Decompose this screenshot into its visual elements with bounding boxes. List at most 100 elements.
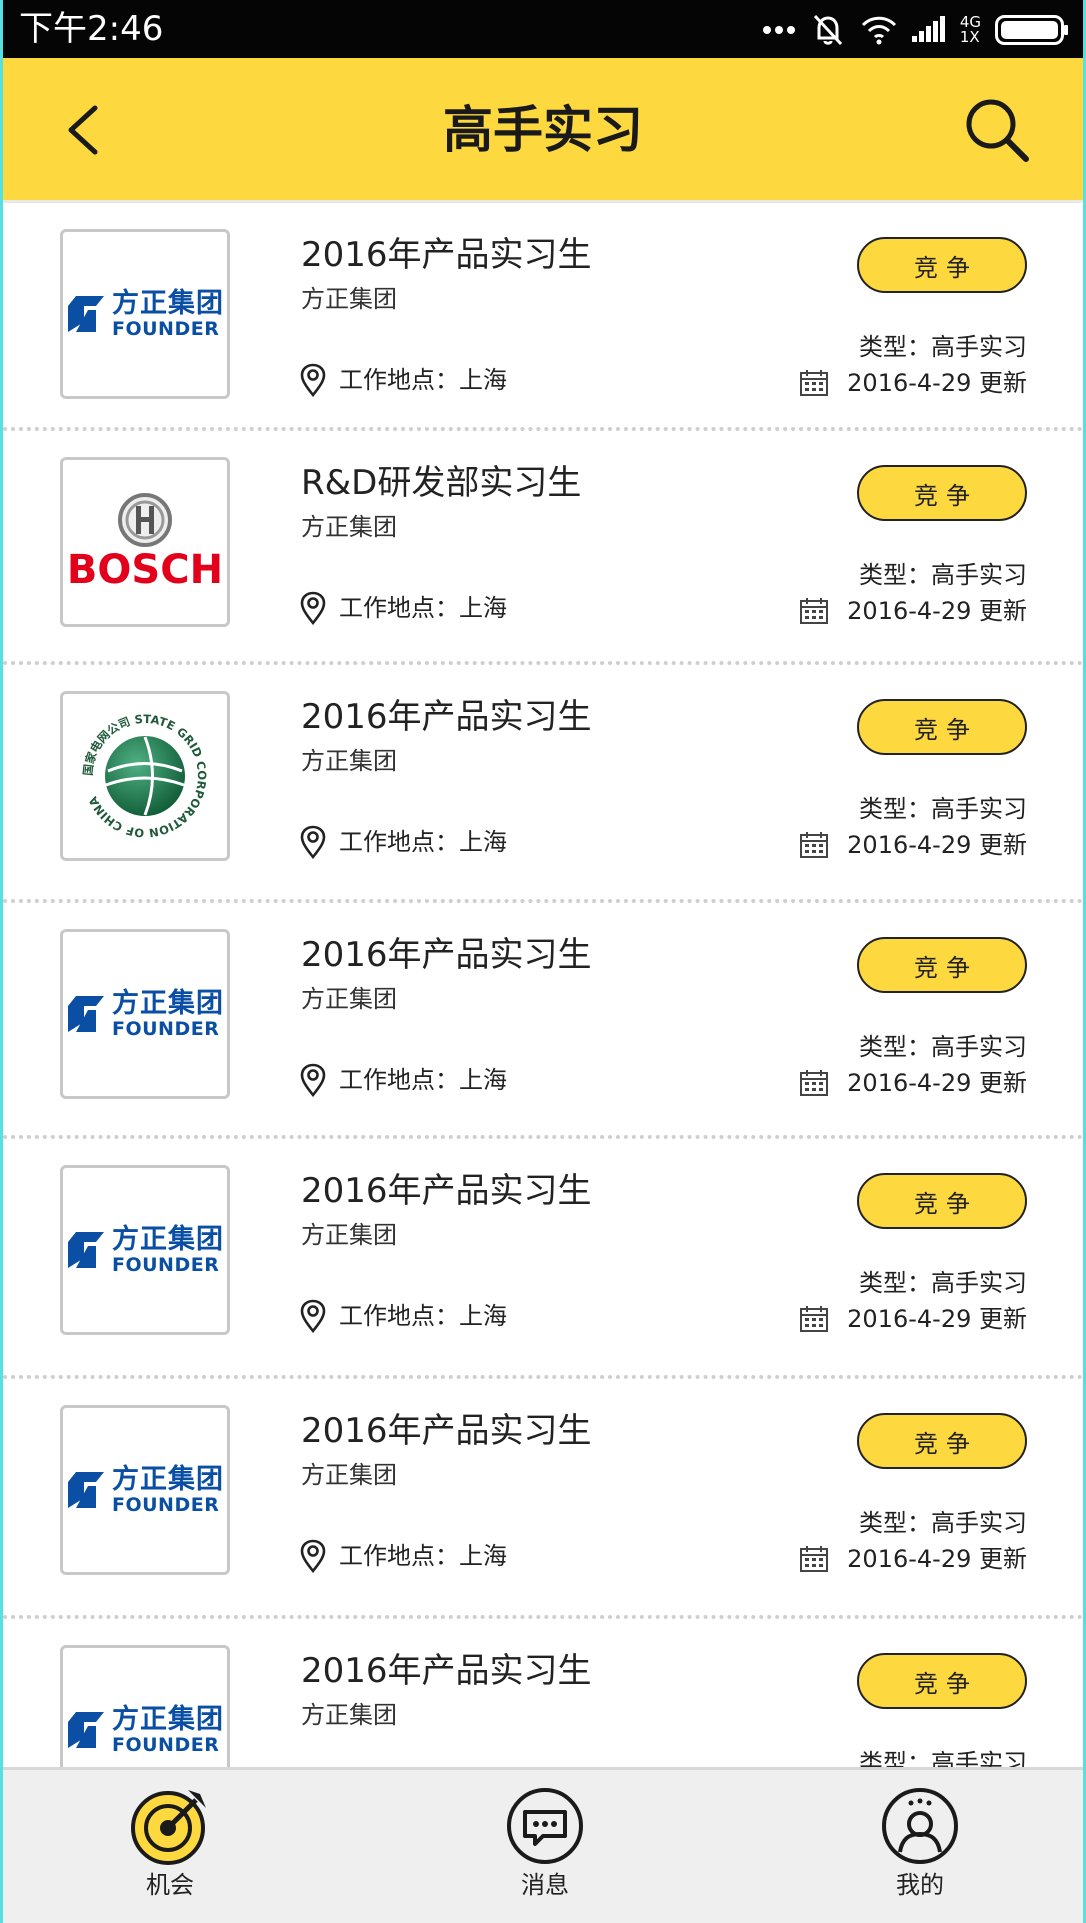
founder-mark-icon (68, 1472, 104, 1508)
job-location: 工作地点：上海 (299, 591, 507, 625)
signal-icon (911, 16, 946, 44)
search-button[interactable] (961, 94, 1033, 166)
status-time: 下午2:46 (19, 9, 164, 49)
company-name: 方正集团 (301, 285, 397, 313)
job-type: 类型：高手实习 (859, 795, 1027, 823)
job-location-text: 工作地点：上海 (339, 1542, 507, 1570)
company-name: 方正集团 (301, 1461, 397, 1489)
founder-mark-icon (68, 1712, 104, 1748)
job-title: 2016年产品实习生 (301, 235, 592, 275)
company-name: 方正集团 (301, 513, 397, 541)
target-icon (131, 1790, 206, 1865)
job-title: 2016年产品实习生 (301, 1651, 592, 1691)
job-type: 类型：高手实习 (859, 1033, 1027, 1061)
founder-logo-en: FOUNDER (112, 1254, 220, 1276)
job-update-date-text: 2016-4-29 更新 (847, 1069, 1027, 1097)
tab-label: 消息 (521, 1871, 569, 1899)
bosch-logo-text: BOSCH (66, 547, 224, 593)
founder-logo-cn: 方正集团 (112, 988, 224, 1019)
company-name: 方正集团 (301, 1701, 397, 1729)
job-title: 2016年产品实习生 (301, 1411, 592, 1451)
founder-logo: 方正集团 FOUNDER (66, 1705, 224, 1755)
founder-logo-cn: 方正集团 (112, 1464, 224, 1495)
battery-icon (995, 15, 1069, 45)
compete-button[interactable]: 竞争 (857, 237, 1027, 293)
wifi-icon (860, 15, 898, 45)
message-icon (507, 1788, 583, 1864)
company-logo: 方正集团 FOUNDER (60, 929, 230, 1099)
job-list-item[interactable]: 方正集团FOUNDER2016年产品实习生方正集团工作地点：上海竞争类型：高手实… (3, 1139, 1083, 1379)
job-list-item[interactable]: 国家电网公司 STATE GRID CORPORATION OF CHINA 20… (3, 665, 1083, 903)
job-type: 类型：高手实习 (859, 333, 1027, 361)
job-title: 2016年产品实习生 (301, 935, 592, 975)
job-list-item[interactable]: 方正集团FOUNDER2016年产品实习生方正集团工作地点：上海竞争类型：高手实… (3, 1379, 1083, 1619)
job-location: 工作地点：上海 (299, 1063, 507, 1097)
profile-icon (882, 1788, 958, 1864)
job-update-date: 2016-4-29 更新 (799, 595, 1027, 627)
network-type-bottom: 1X (959, 28, 980, 46)
app-header: 高手实习 (3, 58, 1083, 203)
founder-logo: 方正集团 FOUNDER (66, 1465, 224, 1515)
job-update-date: 2016-4-29 更新 (799, 829, 1027, 861)
founder-mark-icon (68, 996, 104, 1032)
company-name: 方正集团 (301, 985, 397, 1013)
job-location: 工作地点：上海 (299, 363, 507, 397)
founder-logo-en: FOUNDER (112, 1734, 220, 1756)
tab-profile[interactable]: 我的 (850, 1786, 990, 1900)
calendar-icon (800, 370, 829, 396)
state-grid-logo: 国家电网公司 STATE GRID CORPORATION OF CHINA (81, 712, 209, 840)
job-type: 类型：高手实习 (859, 1269, 1027, 1297)
company-logo: 方正集团 FOUNDER (60, 1405, 230, 1575)
more-dots-icon (762, 25, 796, 35)
founder-logo: 方正集团 FOUNDER (66, 989, 224, 1039)
bosch-logo: BOSCH (67, 492, 223, 592)
job-update-date: 2016-4-29 更新 (799, 1303, 1027, 1335)
job-type: 类型：高手实习 (859, 561, 1027, 589)
founder-logo: 方正集团 FOUNDER (66, 289, 224, 339)
compete-button[interactable]: 竞争 (857, 1653, 1027, 1709)
compete-button[interactable]: 竞争 (857, 699, 1027, 755)
location-pin-icon (300, 363, 326, 397)
network-type: 4G 1X (960, 15, 981, 45)
job-list-item[interactable]: 方正集团FOUNDER2016年产品实习生方正集团工作地点：上海竞争类型：高手实… (3, 903, 1083, 1139)
company-logo: 国家电网公司 STATE GRID CORPORATION OF CHINA (60, 691, 230, 861)
founder-logo-en: FOUNDER (112, 1494, 220, 1516)
job-title: 2016年产品实习生 (301, 697, 592, 737)
job-update-date-text: 2016-4-29 更新 (847, 1305, 1027, 1333)
compete-button[interactable]: 竞争 (857, 1413, 1027, 1469)
founder-mark-icon (68, 1232, 104, 1268)
job-location: 工作地点：上海 (299, 1539, 507, 1573)
job-update-date-text: 2016-4-29 更新 (847, 1545, 1027, 1573)
job-list-item[interactable]: 方正集团FOUNDER2016年产品实习生方正集团工作地点：上海竞争类型：高手实… (3, 203, 1083, 431)
app-screen: 下午2:46 4G 1X 高手实习 方正集团 FOUNDER 2016年产品实习… (0, 0, 1086, 1923)
founder-logo-en: FOUNDER (112, 1018, 220, 1040)
founder-logo-cn: 方正集团 (112, 288, 224, 319)
tab-messages[interactable]: 消息 (475, 1786, 615, 1900)
status-icons: 4G 1X (762, 10, 1069, 50)
job-update-date-text: 2016-4-29 更新 (847, 597, 1027, 625)
job-update-date: 2016-4-29 更新 (799, 1543, 1027, 1575)
founder-logo-cn: 方正集团 (112, 1704, 224, 1735)
job-location: 工作地点：上海 (299, 1299, 507, 1333)
calendar-icon (800, 1546, 829, 1572)
job-type: 类型：高手实习 (859, 1509, 1027, 1537)
job-update-date-text: 2016-4-29 更新 (847, 369, 1027, 397)
compete-button[interactable]: 竞争 (857, 465, 1027, 521)
job-update-date-text: 2016-4-29 更新 (847, 831, 1027, 859)
bosch-armature-icon (117, 493, 172, 547)
location-pin-icon (300, 825, 326, 859)
founder-logo-en: FOUNDER (112, 318, 220, 340)
calendar-icon (800, 598, 829, 624)
job-list-item[interactable]: BOSCH R&D研发部实习生 方正集团 工作地点：上海 竞争 类型：高手实习 2016-4… (3, 431, 1083, 665)
job-location-text: 工作地点：上海 (339, 594, 507, 622)
tab-opportunities[interactable]: 机会 (100, 1786, 240, 1900)
location-pin-icon (300, 1539, 326, 1573)
job-location-text: 工作地点：上海 (339, 1302, 507, 1330)
status-bar: 下午2:46 4G 1X (3, 0, 1083, 58)
compete-button[interactable]: 竞争 (857, 1173, 1027, 1229)
location-pin-icon (300, 1063, 326, 1097)
company-name: 方正集团 (301, 1221, 397, 1249)
compete-button[interactable]: 竞争 (857, 937, 1027, 993)
job-list: 方正集团 FOUNDER 2016年产品实习生 方正集团 工作地点：上海 竞争 类型：高手实… (3, 203, 1083, 1819)
location-pin-icon (300, 591, 326, 625)
